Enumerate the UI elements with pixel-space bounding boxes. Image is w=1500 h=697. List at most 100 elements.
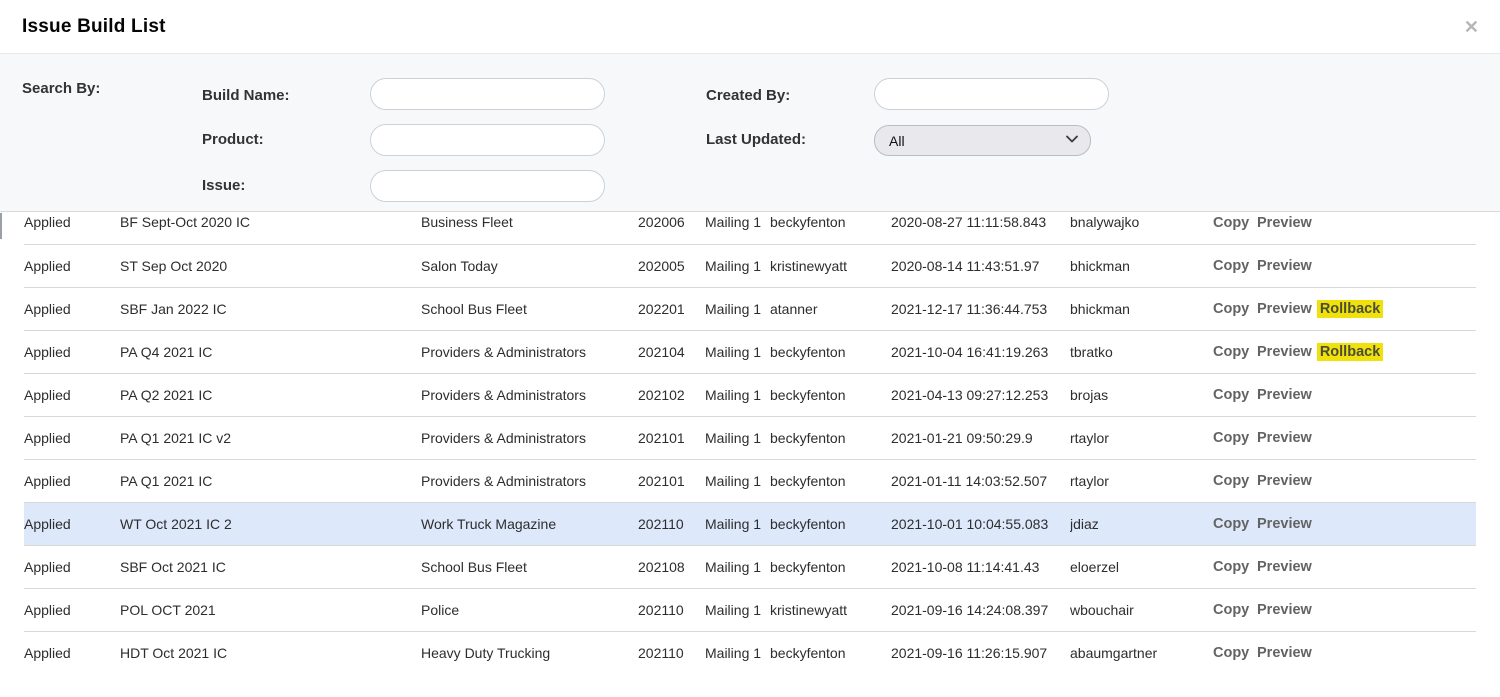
copy-link[interactable]: Copy [1213,473,1249,489]
row-product: School Bus Fleet [421,545,638,588]
row-issue: 202110 [638,502,705,545]
row-build-name: HDT Oct 2021 IC [120,631,421,674]
table-row[interactable]: Applied PA Q4 2021 IC Providers & Admini… [24,330,1476,373]
table-row[interactable]: Applied SBF Oct 2021 IC School Bus Fleet… [24,545,1476,588]
preview-link[interactable]: Preview [1257,344,1312,360]
product-label: Product: [202,131,264,148]
table-row[interactable]: Applied BF Sept-Oct 2020 IC Business Fle… [24,212,1476,244]
row-build-name: WT Oct 2021 IC 2 [120,502,421,545]
row-created-at: 2020-08-14 11:43:51.97 [891,244,1070,287]
row-created-by: beckyfenton [770,631,891,674]
preview-link[interactable]: Preview [1257,516,1312,532]
row-created-at: 2021-10-04 16:41:19.263 [891,330,1070,373]
copy-link[interactable]: Copy [1213,344,1249,360]
preview-link[interactable]: Preview [1257,258,1312,274]
row-status: Applied [24,631,120,674]
row-mailing: Mailing 1 [705,588,770,631]
table-row[interactable]: Applied PA Q1 2021 IC Providers & Admini… [24,459,1476,502]
copy-link[interactable]: Copy [1213,602,1249,618]
modal-header: Issue Build List ✕ [0,0,1500,54]
row-mailing: Mailing 1 [705,287,770,330]
copy-link[interactable]: Copy [1213,258,1249,274]
row-created-by: beckyfenton [770,459,891,502]
table-row[interactable]: Applied POL OCT 2021 Police 202110 Maili… [24,588,1476,631]
row-issue: 202110 [638,588,705,631]
row-updated-by: bhickman [1070,244,1213,287]
rollback-link[interactable]: Rollback [1317,300,1383,318]
row-created-by: beckyfenton [770,502,891,545]
preview-link[interactable]: Preview [1257,430,1312,446]
build-name-input[interactable] [370,78,605,110]
copy-link[interactable]: Copy [1213,645,1249,661]
row-mailing: Mailing 1 [705,244,770,287]
table-body: Applied BF Sept-Oct 2020 IC Business Fle… [24,212,1476,674]
copy-link[interactable]: Copy [1213,301,1249,317]
row-created-at: 2021-10-01 10:04:55.083 [891,502,1070,545]
row-issue: 202006 [638,212,705,244]
created-by-label: Created By: [706,87,790,104]
table-row[interactable]: Applied HDT Oct 2021 IC Heavy Duty Truck… [24,631,1476,674]
row-status: Applied [24,373,120,416]
row-product: Heavy Duty Trucking [421,631,638,674]
copy-link[interactable]: Copy [1213,387,1249,403]
copy-link[interactable]: Copy [1213,430,1249,446]
row-mailing: Mailing 1 [705,373,770,416]
row-status: Applied [24,330,120,373]
created-by-input[interactable] [874,78,1109,110]
build-list-viewport: Applied BF Sept-Oct 2020 IC Business Fle… [0,212,1500,697]
issue-label: Issue: [202,177,245,194]
table-row[interactable]: Applied SBF Jan 2022 IC School Bus Fleet… [24,287,1476,330]
rollback-link[interactable]: Rollback [1317,343,1383,361]
preview-link[interactable]: Preview [1257,559,1312,575]
scrollbar-artifact [0,213,2,239]
row-created-by: beckyfenton [770,212,891,244]
row-created-by: kristinewyatt [770,588,891,631]
row-issue: 202104 [638,330,705,373]
row-updated-by: wbouchair [1070,588,1213,631]
preview-link[interactable]: Preview [1257,387,1312,403]
last-updated-select[interactable]: All [874,125,1091,156]
close-icon[interactable]: ✕ [1460,14,1483,40]
row-status: Applied [24,588,120,631]
row-created-by: kristinewyatt [770,244,891,287]
preview-link[interactable]: Preview [1257,602,1312,618]
row-build-name: PA Q1 2021 IC [120,459,421,502]
preview-link[interactable]: Preview [1257,301,1312,317]
row-status: Applied [24,545,120,588]
row-created-at: 2021-01-21 09:50:29.9 [891,416,1070,459]
row-build-name: SBF Oct 2021 IC [120,545,421,588]
row-mailing: Mailing 1 [705,459,770,502]
row-updated-by: brojas [1070,373,1213,416]
table-row[interactable]: Applied ST Sep Oct 2020 Salon Today 2020… [24,244,1476,287]
row-created-at: 2021-09-16 14:24:08.397 [891,588,1070,631]
row-created-by: beckyfenton [770,545,891,588]
row-created-by: beckyfenton [770,373,891,416]
copy-link[interactable]: Copy [1213,215,1249,231]
preview-link[interactable]: Preview [1257,215,1312,231]
last-updated-select-wrap: All [874,125,1091,156]
table-row[interactable]: Applied WT Oct 2021 IC 2 Work Truck Maga… [24,502,1476,545]
preview-link[interactable]: Preview [1257,645,1312,661]
row-build-name: PA Q4 2021 IC [120,330,421,373]
row-build-name: ST Sep Oct 2020 [120,244,421,287]
row-product: School Bus Fleet [421,287,638,330]
row-product: Providers & Administrators [421,373,638,416]
copy-link[interactable]: Copy [1213,559,1249,575]
copy-link[interactable]: Copy [1213,516,1249,532]
row-mailing: Mailing 1 [705,545,770,588]
preview-link[interactable]: Preview [1257,473,1312,489]
row-created-at: 2021-10-08 11:14:41.43 [891,545,1070,588]
row-updated-by: abaumgartner [1070,631,1213,674]
table-row[interactable]: Applied PA Q2 2021 IC Providers & Admini… [24,373,1476,416]
row-created-at: 2021-01-11 14:03:52.507 [891,459,1070,502]
product-input[interactable] [370,124,605,156]
row-created-by: beckyfenton [770,416,891,459]
row-product: Police [421,588,638,631]
table-row[interactable]: Applied PA Q1 2021 IC v2 Providers & Adm… [24,416,1476,459]
issue-input[interactable] [370,170,605,202]
row-status: Applied [24,502,120,545]
row-issue: 202110 [638,631,705,674]
row-build-name: PA Q2 2021 IC [120,373,421,416]
row-updated-by: tbratko [1070,330,1213,373]
row-issue: 202108 [638,545,705,588]
